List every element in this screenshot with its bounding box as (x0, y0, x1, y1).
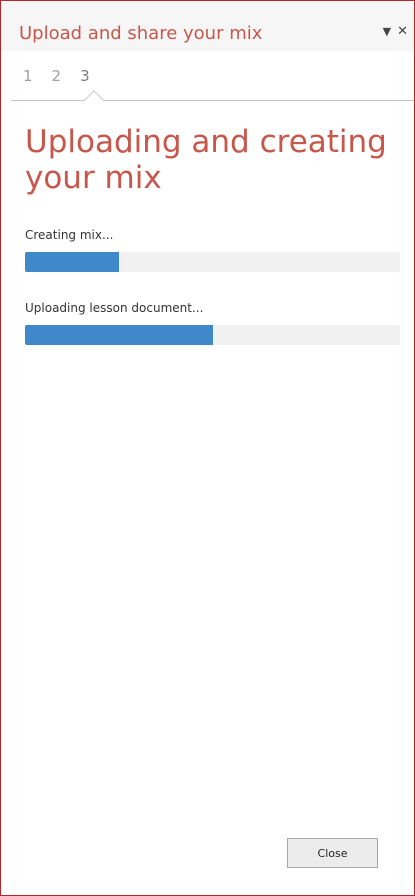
close-icon[interactable]: ✕ (397, 25, 408, 38)
active-step-pointer (84, 90, 104, 110)
progress-bar-creating-mix (25, 252, 400, 272)
chevron-down-icon[interactable]: ▼ (383, 26, 391, 37)
progress-fill-uploading-document (25, 325, 213, 345)
step-indicator: 1 2 3 (23, 67, 90, 85)
task-pane: Upload and share your mix ▼ ✕ 1 2 3 Uplo… (0, 0, 415, 896)
progress-label-uploading-document: Uploading lesson document... (25, 301, 204, 315)
step-3[interactable]: 3 (80, 67, 90, 85)
task-pane-header: Upload and share your mix ▼ ✕ (1, 1, 414, 51)
pane-controls: ▼ ✕ (383, 22, 408, 40)
step-2[interactable]: 2 (52, 67, 62, 85)
step-1[interactable]: 1 (23, 67, 33, 85)
step-divider (11, 100, 414, 101)
progress-label-creating-mix: Creating mix... (25, 228, 114, 242)
close-button[interactable]: Close (287, 838, 378, 868)
progress-fill-creating-mix (25, 252, 119, 272)
page-heading: Uploading and creating your mix (25, 124, 387, 196)
progress-bar-uploading-document (25, 325, 400, 345)
pane-title: Upload and share your mix (19, 23, 263, 44)
